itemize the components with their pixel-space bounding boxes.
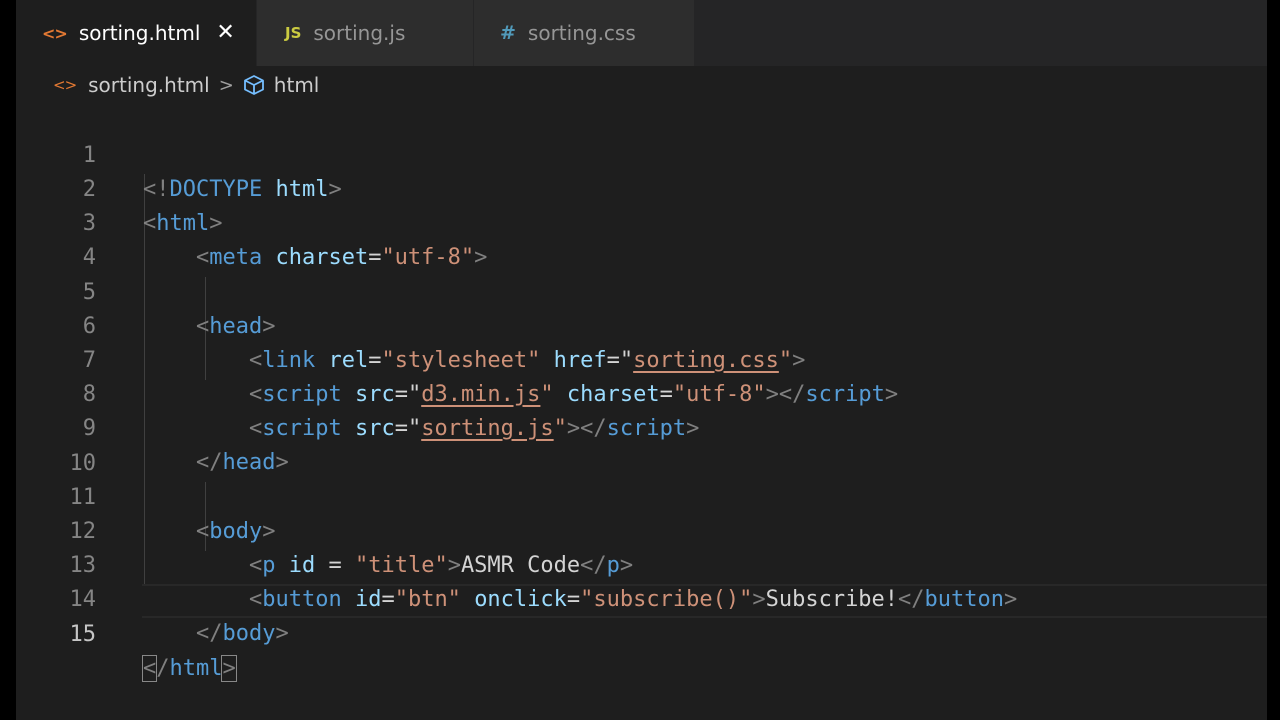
code-editor[interactable]: 1 <!DOCTYPE html> 2 <html> 3 <meta chars…: [16, 104, 1267, 720]
symbol-cube-icon: [243, 75, 264, 95]
tab-sorting-css[interactable]: # sorting.css: [474, 0, 694, 66]
code-line: 12 <p id = "title">ASMR Code</p>: [16, 481, 1267, 578]
bracket-match: <: [141, 655, 158, 682]
breadcrumb-file[interactable]: sorting.html: [88, 73, 210, 97]
tab-bar: <> sorting.html ✕ JS sorting.js # sortin…: [16, 0, 1267, 66]
html-file-icon: <>: [42, 23, 68, 43]
bracket-match: >: [221, 655, 237, 682]
code-line: 8 <script src="sorting.js"></script>: [16, 344, 1267, 441]
tab-sorting-html[interactable]: <> sorting.html ✕: [16, 0, 256, 66]
code-line: 11 <body>: [16, 447, 1267, 544]
code-line-current: 15 </html>: [16, 584, 1267, 682]
tab-label: sorting.html: [78, 21, 201, 45]
code-line: 1 <!DOCTYPE html>: [16, 105, 1267, 202]
breadcrumb-separator: >: [218, 74, 234, 96]
code-line: 9 </head>: [16, 378, 1267, 475]
tab-label: sorting.js: [313, 21, 406, 45]
code-line: 6 <link rel="stylesheet" href="sorting.c…: [16, 276, 1267, 373]
code-line: 10: [16, 413, 1267, 476]
tab-sorting-js[interactable]: JS sorting.js: [257, 0, 473, 66]
code-line: 13 <button id="btn" onclick="subscribe()…: [16, 515, 1267, 612]
breadcrumb: <> sorting.html > html: [16, 66, 1267, 104]
breadcrumb-symbol[interactable]: html: [274, 73, 320, 97]
line-number: 15: [69, 622, 97, 647]
code-line: 14 </body>: [16, 549, 1267, 646]
editor-window: <> sorting.html ✕ JS sorting.js # sortin…: [16, 0, 1267, 720]
code-line: 5 <head>: [16, 242, 1267, 339]
js-file-icon: JS: [285, 24, 302, 42]
code-line: 7 <script src="d3.min.js" charset="utf-8…: [16, 310, 1267, 407]
code-line: 4: [16, 207, 1267, 270]
code-line: 3 <meta charset="utf-8">: [16, 173, 1267, 270]
close-icon[interactable]: ✕: [216, 22, 234, 44]
css-file-icon: #: [500, 22, 516, 44]
html-file-icon: <>: [53, 76, 77, 94]
code-line: 2 <html>: [16, 139, 1267, 236]
tab-label: sorting.css: [527, 21, 636, 45]
